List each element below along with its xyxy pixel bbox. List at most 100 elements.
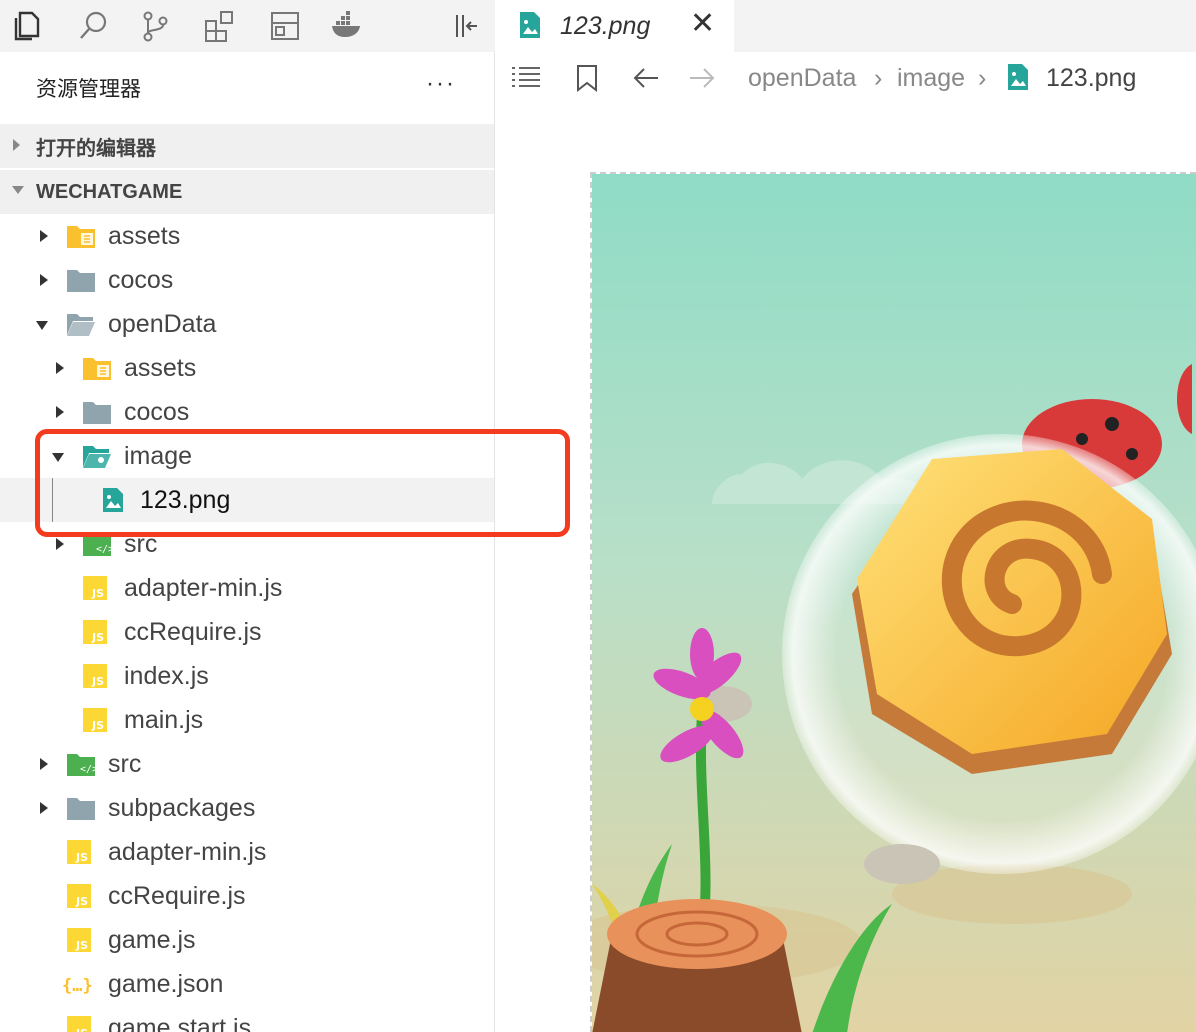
chevron-right-icon (56, 538, 64, 550)
json-file-icon: {…} (62, 976, 93, 996)
image-preview (590, 172, 1196, 1032)
source-control-icon[interactable] (135, 6, 175, 46)
tree-item-label: src (108, 750, 142, 778)
tree-item-ccrequire-js[interactable]: JS ccRequire.js (0, 874, 494, 918)
tree-item-label: cocos (108, 266, 174, 294)
folder-open-icon (67, 314, 95, 336)
tree-item-label: ccRequire.js (108, 882, 246, 910)
tree-item-label: game.start.js (108, 1014, 252, 1032)
image-file-icon (520, 12, 540, 38)
tree-item-image[interactable]: image (0, 434, 494, 478)
chevron-right-icon (40, 230, 48, 242)
js-file-icon: JS (83, 664, 107, 688)
collapse-panel-icon[interactable] (446, 6, 486, 46)
search-icon[interactable] (73, 6, 113, 46)
chevron-right-icon: › (978, 64, 987, 92)
tree-item-src-nested[interactable]: </> src (0, 522, 494, 566)
tree-item-subpackages[interactable]: subpackages (0, 786, 494, 830)
folder-image-icon (83, 446, 111, 468)
tree-item-main-js[interactable]: JS main.js (0, 698, 494, 742)
tree-item-label: assets (124, 354, 197, 382)
js-file-icon: JS (67, 1016, 91, 1032)
folder-icon (67, 798, 95, 820)
svg-text:JS: JS (75, 1027, 88, 1032)
folder-assets-icon (83, 358, 111, 380)
layout-icon[interactable] (265, 6, 305, 46)
chevron-right-icon (40, 274, 48, 286)
chevron-down-icon (52, 453, 64, 462)
tree-item-label: game.json (108, 970, 224, 998)
explorer-title: 资源管理器 (36, 77, 141, 101)
js-file-icon: JS (67, 884, 91, 908)
tab-123-png[interactable]: 123.png ✕ (496, 0, 734, 52)
tree-item-assets[interactable]: assets (0, 214, 494, 258)
tree-item-cocos[interactable]: cocos (0, 258, 494, 302)
svg-text:JS: JS (75, 939, 88, 952)
tree-item-label: assets (108, 222, 181, 250)
chevron-down-icon (12, 186, 24, 194)
svg-text:</>: </> (80, 764, 96, 775)
tree-item-label: src (124, 530, 158, 558)
js-file-icon: JS (67, 840, 91, 864)
svg-text:JS: JS (91, 719, 104, 732)
extensions-icon[interactable] (199, 6, 239, 46)
tree-item-index-js[interactable]: JS index.js (0, 654, 494, 698)
explorer-sidebar: 资源管理器 ··· 打开的编辑器 WECHATGAME assets cocos (0, 52, 495, 1032)
tree-item-label: game.js (108, 926, 196, 954)
breadcrumb-item[interactable]: image (897, 64, 965, 93)
forward-arrow-icon[interactable] (688, 66, 716, 90)
chevron-right-icon (40, 802, 48, 814)
tree-item-cocos-nested[interactable]: cocos (0, 390, 494, 434)
tree-item-opendata[interactable]: openData (0, 302, 494, 346)
tree-item-label: cocos (124, 398, 190, 426)
section-project[interactable]: WECHATGAME (0, 170, 494, 214)
activity-bar (0, 0, 495, 52)
back-arrow-icon[interactable] (632, 66, 660, 90)
js-file-icon: JS (83, 576, 107, 600)
tree-item-label: index.js (124, 662, 209, 690)
list-icon[interactable] (510, 64, 542, 90)
tree-item-game-json[interactable]: {…} game.json (0, 962, 494, 1006)
tree-item-label: subpackages (108, 794, 256, 822)
tree-item-game-start-js[interactable]: JS game.start.js (0, 1006, 494, 1032)
tree-item-adapter-min-js[interactable]: JS adapter-min.js (0, 830, 494, 874)
chevron-right-icon (56, 406, 64, 418)
image-file-icon (1008, 64, 1028, 90)
section-open-editors-label: 打开的编辑器 (36, 137, 156, 160)
js-file-icon: JS (67, 928, 91, 952)
tree-item-label: openData (108, 310, 217, 338)
folder-assets-icon (67, 226, 95, 248)
svg-text:JS: JS (91, 675, 104, 688)
indent-guide (52, 478, 53, 522)
tree-item-label: ccRequire.js (124, 618, 262, 646)
tree-item-label: main.js (124, 706, 204, 734)
tree-item-src[interactable]: </> src (0, 742, 494, 786)
editor-toolbar: openData › image › 123.png (496, 52, 1196, 104)
chevron-right-icon (13, 139, 20, 151)
folder-icon (83, 402, 111, 424)
svg-text:JS: JS (91, 587, 104, 600)
folder-src-icon: </> (83, 534, 112, 556)
folder-icon (67, 270, 95, 292)
files-icon[interactable] (8, 6, 48, 46)
svg-text:JS: JS (91, 631, 104, 644)
tree-item-ccrequire-js-nested[interactable]: JS ccRequire.js (0, 610, 494, 654)
section-project-label: WECHATGAME (36, 180, 183, 203)
tree-item-123-png[interactable]: 123.png (0, 478, 494, 522)
docker-icon[interactable] (327, 6, 367, 46)
chevron-right-icon (40, 758, 48, 770)
tree-item-label: adapter-min.js (108, 838, 267, 866)
svg-text:JS: JS (75, 851, 88, 864)
tree-item-adapter-min-js-nested[interactable]: JS adapter-min.js (0, 566, 494, 610)
breadcrumb-current[interactable]: 123.png (1046, 64, 1136, 93)
tree-item-assets-nested[interactable]: assets (0, 346, 494, 390)
section-open-editors[interactable]: 打开的编辑器 (0, 124, 494, 168)
tree-item-game-js[interactable]: JS game.js (0, 918, 494, 962)
more-actions-button[interactable]: ··· (426, 70, 456, 98)
app-window: 资源管理器 ··· 打开的编辑器 WECHATGAME assets cocos (0, 0, 1196, 1032)
chevron-down-icon (36, 321, 48, 330)
bookmark-icon[interactable] (576, 64, 598, 92)
image-file-icon (103, 488, 123, 512)
breadcrumb-item[interactable]: openData (748, 64, 856, 93)
close-icon[interactable]: ✕ (690, 9, 715, 39)
